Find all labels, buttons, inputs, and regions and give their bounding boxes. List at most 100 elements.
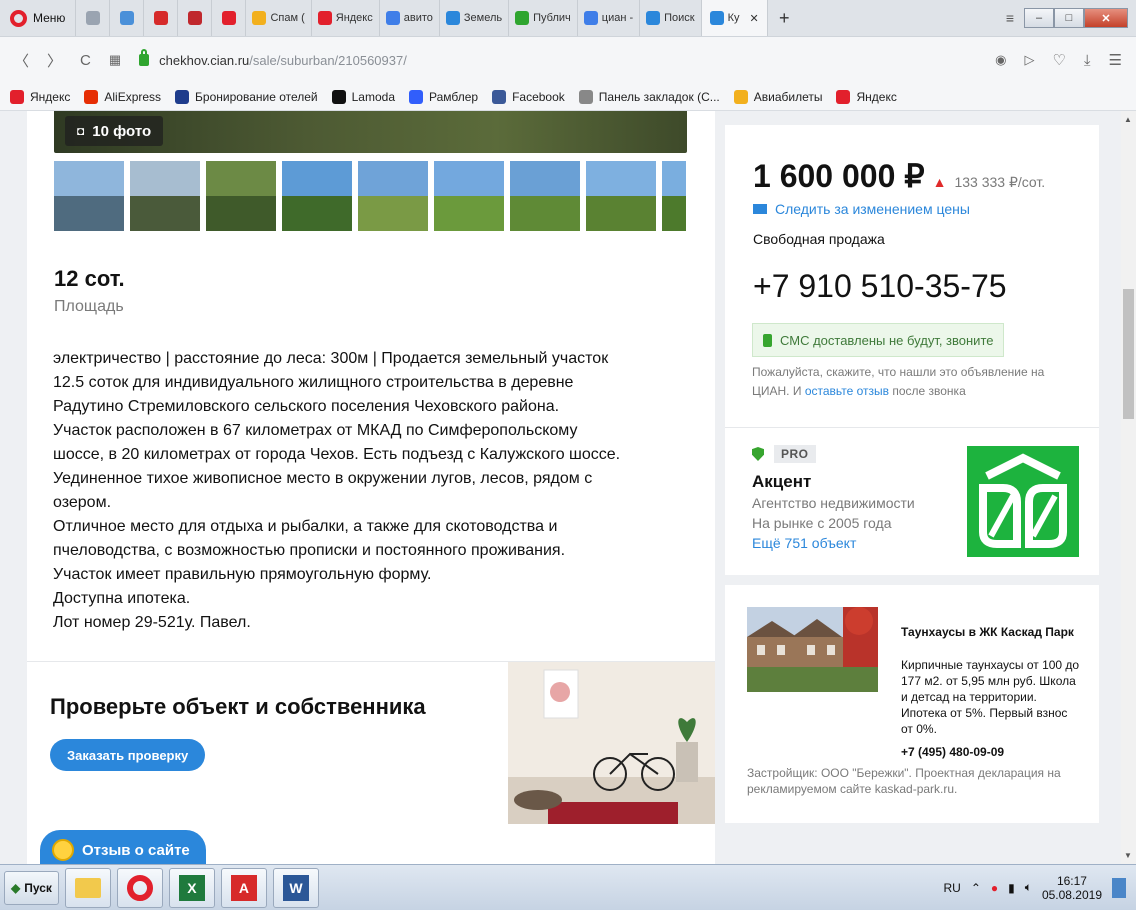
photo-thumbnail[interactable] [510,161,580,231]
camera-icon: ◘ [77,124,85,138]
bookmark-item[interactable]: Бронирование отелей [175,89,318,104]
call-note-tail: после звонка [889,384,966,398]
description-line: озером. [53,494,112,511]
download-icon[interactable]: ⤓ [1084,52,1091,69]
bookmark-item[interactable]: AliExpress [84,89,161,104]
show-desktop-button[interactable] [1112,877,1126,898]
agent-more-listings-link[interactable]: Ещё 751 объект [752,535,856,551]
browser-tab[interactable] [177,0,211,36]
browser-tab[interactable]: Спам ( [245,0,310,36]
bookmark-item[interactable]: Панель закладок (С... [578,89,720,104]
scrollbar-thumb[interactable] [1123,289,1134,419]
agent-logo[interactable] [967,446,1079,557]
browser-tab[interactable]: Яндекс [310,0,379,36]
reload-icon[interactable]: C [80,52,91,69]
bookmark-item[interactable]: Facebook [492,89,565,104]
volume-icon[interactable]: 🔈︎ [1025,880,1032,895]
description-line: Участок расположен в 67 километрах от МК… [53,422,578,439]
photo-thumbnail[interactable] [586,161,656,231]
thumbnail-sky [130,161,200,196]
scroll-down-icon[interactable]: ▼ [1124,851,1132,860]
photo-thumbnail[interactable] [662,161,686,231]
taskbar-word[interactable]: W [272,867,319,908]
bookmark-item[interactable]: Lamoda [331,89,395,104]
page-scrollbar[interactable]: ▲ ▼ [1121,111,1136,864]
interior-image [508,662,715,824]
window-controls: ≡ – □ ✕ [1006,8,1136,28]
price-up-icon[interactable]: ▲ [933,174,947,190]
feedback-label: Отзыв о сайте [82,841,190,859]
photo-thumbnail[interactable] [434,161,504,231]
opera-tray-icon[interactable]: ● [991,881,998,895]
area-label: Площадь [54,298,124,315]
description-line: электричество | расстояние до леса: 300м… [53,350,609,367]
photo-thumbnail[interactable] [282,161,352,231]
browser-tab[interactable]: циан - [576,0,639,36]
browser-tab[interactable]: Публич [508,0,577,36]
ad-phone[interactable]: +7 (495) 480-09-09 [901,745,1004,759]
forward-icon[interactable]: 〉 [47,50,62,71]
heart-icon[interactable]: ♡ [1052,51,1065,69]
start-label: Пуск [24,880,52,895]
photo-thumbnail[interactable] [54,161,124,231]
thumbnail-sky [206,161,276,196]
browser-tab[interactable]: Поиск [639,0,700,36]
bookmark-item[interactable]: Яндекс [836,89,897,104]
tab-label: Ку [727,12,740,24]
browser-tab[interactable] [143,0,177,36]
browser-tab[interactable]: Земель [438,0,508,36]
agent-name[interactable]: Акцент [752,472,811,492]
phone-number[interactable]: +7 910 510-35-75 [753,268,1007,305]
tab-favicon-icon [317,11,332,25]
photo-count-badge[interactable]: ◘ 10 фото [65,116,164,146]
bookmark-favicon-icon [733,89,748,104]
ad-image[interactable] [747,607,878,692]
minimize-button[interactable]: – [1024,8,1054,28]
browser-tab[interactable] [75,0,109,36]
new-tab-button[interactable]: + [766,0,801,36]
description-line: Лот номер 29-521у. Павел. [53,614,251,631]
bookmark-item[interactable]: Рамблер [409,89,478,104]
taskbar-explorer[interactable] [64,867,111,908]
ad-title[interactable]: Таунхаусы в ЖК Каскад Парк [901,625,1081,640]
bookmark-item[interactable]: Авиабилеты [733,89,822,104]
agent-since: На рынке с 2005 года [752,515,892,531]
site-feedback-button[interactable]: Отзыв о сайте [40,830,206,864]
photo-thumbnail[interactable] [206,161,276,231]
language-indicator[interactable]: RU [943,881,960,895]
photo-thumbnail[interactable] [358,161,428,231]
maximize-button[interactable]: □ [1054,8,1084,28]
browser-tab[interactable] [109,0,143,36]
tab-menu-icon[interactable]: ≡ [1006,10,1014,26]
speed-dial-icon[interactable]: ▦ [109,52,121,68]
back-icon[interactable]: 〈 [14,50,29,71]
clock[interactable]: 16:17 05.08.2019 [1042,874,1102,902]
easy-setup-icon[interactable]: ☰ [1109,51,1122,69]
bookmark-label: Панель закладок (С... [598,89,720,104]
start-button[interactable]: ◆ Пуск [4,870,59,905]
send-icon[interactable]: ▷ [1024,52,1034,68]
thumbnail-ground [130,196,200,231]
snapshot-icon[interactable]: ◉ [995,52,1006,68]
follow-price-link[interactable]: Следить за изменением цены [753,201,970,217]
area-value: 12 сот. [54,266,125,291]
url-field[interactable]: chekhov.cian.ru/sale/suburban/210560937/ [139,49,977,68]
photo-thumbnail[interactable] [130,161,200,231]
bookmark-item[interactable]: Яндекс [10,89,70,104]
close-tab-icon[interactable]: ✕ [750,12,759,25]
browser-tab[interactable]: Ку ✕ [700,0,767,36]
tray-expand-icon[interactable]: ⌃ [971,881,981,895]
browser-menu-button[interactable]: Меню [0,0,75,36]
leave-review-link[interactable]: оставьте отзыв [805,384,889,398]
description-line: Радутино Стремиловского сельского поселе… [53,398,560,415]
network-icon[interactable]: ▮ [1008,881,1015,895]
close-window-button[interactable]: ✕ [1084,8,1128,28]
order-check-button[interactable]: Заказать проверку [50,739,206,771]
taskbar-opera[interactable] [116,867,163,908]
browser-tab[interactable] [211,0,245,36]
scroll-up-icon[interactable]: ▲ [1124,115,1132,124]
taskbar-acrobat[interactable]: A [220,867,267,908]
taskbar-excel[interactable]: X [168,867,215,908]
browser-tab[interactable]: авито [378,0,439,36]
address-bar: 〈 〉 C ▦ chekhov.cian.ru/sale/suburban/21… [0,37,1136,83]
